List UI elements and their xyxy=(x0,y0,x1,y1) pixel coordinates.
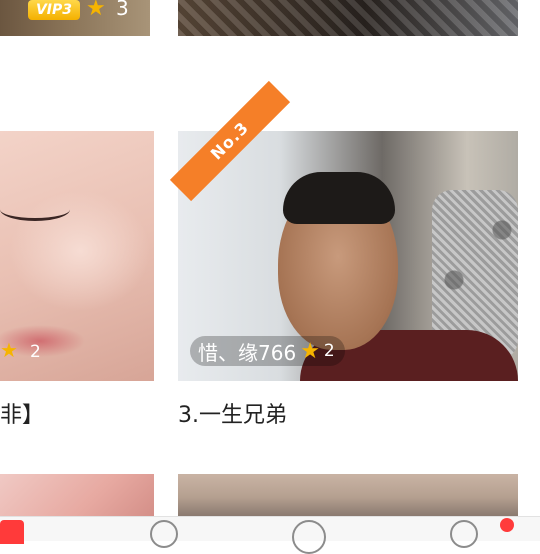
discover-tab-icon[interactable] xyxy=(292,520,326,554)
bottom-right-card-image[interactable] xyxy=(178,474,518,516)
notification-dot xyxy=(500,518,514,532)
profile-tab-icon[interactable] xyxy=(450,520,478,548)
username-pill: 惜、缘766 ★ 2 xyxy=(190,336,345,366)
top-right-card-image[interactable] xyxy=(178,0,518,36)
left-card-rating: 2 xyxy=(30,342,41,362)
bottom-left-card-image[interactable] xyxy=(0,474,154,516)
right-card-title[interactable]: 3.一生兄弟 xyxy=(178,397,287,429)
star-icon: ★ xyxy=(0,338,18,362)
username-label: 惜、缘766 xyxy=(198,340,297,365)
top-card-row: VIP3 ★ 3 xyxy=(0,0,518,36)
star-icon: ★ xyxy=(86,0,106,21)
home-tab-icon[interactable] xyxy=(0,520,24,544)
eye-detail xyxy=(0,198,70,221)
vip-badge: VIP3 xyxy=(28,0,80,20)
star-icon: ★ xyxy=(300,338,320,364)
right-card-rating: 2 xyxy=(323,341,335,361)
person-hair xyxy=(283,172,395,224)
channel-tab-icon[interactable] xyxy=(150,520,178,548)
top-left-rating: 3 xyxy=(116,0,129,20)
profile-card-left-image[interactable] xyxy=(0,131,154,381)
left-card-title[interactable]: 非】 xyxy=(0,397,44,429)
